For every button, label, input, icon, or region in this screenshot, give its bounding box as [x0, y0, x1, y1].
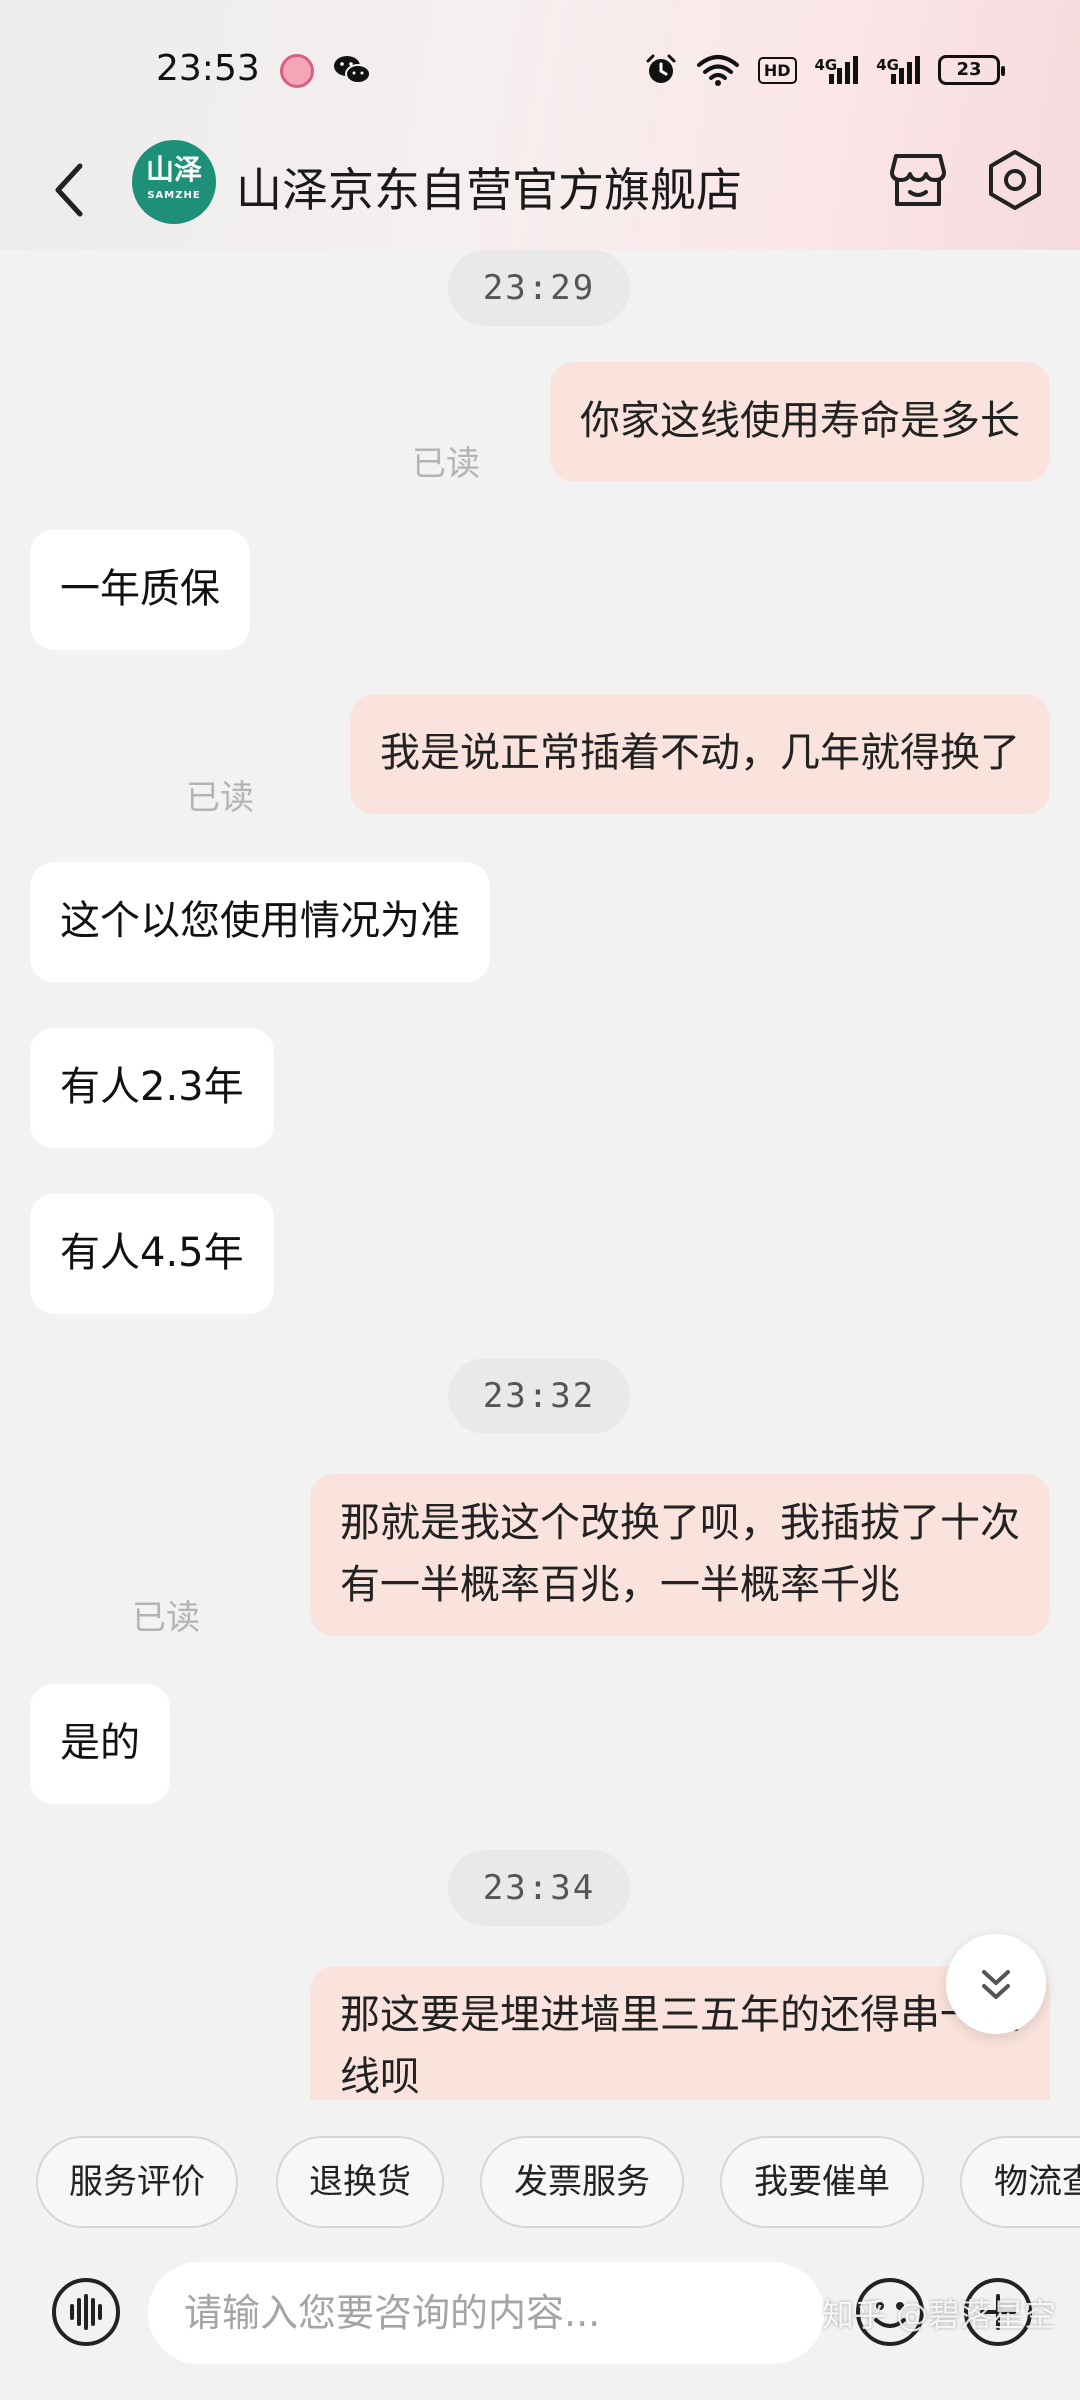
message-input[interactable] [148, 2262, 824, 2364]
battery-icon: 23 [938, 55, 1005, 85]
outgoing-message[interactable]: 你家这线使用寿命是多长 [550, 362, 1050, 482]
alarm-icon [646, 54, 676, 83]
status-bar: 23:53 HD 4G 4G 23 [0, 0, 1080, 140]
incoming-message[interactable]: 有人2.3年 [30, 1028, 274, 1148]
watermark: 知乎 @碧落星空 [822, 2296, 1057, 2334]
incoming-message[interactable]: 有人4.5年 [30, 1194, 274, 1314]
store-logo-subtext: SAMZHE [147, 190, 201, 201]
message-line: 那就是我这个改换了呗，我插拔了十次 [340, 1500, 1020, 1546]
message-line: 那这要是埋进墙里三五年的还得串一趟 [340, 1992, 1020, 2038]
outgoing-message[interactable]: 那这要是埋进墙里三五年的还得串一趟 线呗 [310, 1966, 1050, 2100]
incoming-message[interactable]: 一年质保 [30, 530, 250, 650]
read-receipt: 已读 [132, 1598, 200, 1638]
store-logo-text: 山泽 [145, 153, 202, 186]
wechat-icon [334, 56, 371, 84]
status-icons: HD 4G 4G 23 [644, 50, 1005, 90]
read-receipt: 已读 [412, 444, 480, 484]
incoming-message[interactable]: 是的 [30, 1684, 170, 1804]
status-time: 23:53 [156, 48, 260, 89]
incoming-message[interactable]: 这个以您使用情况为准 [30, 862, 490, 982]
network-type-1: 4G [814, 56, 838, 74]
chat-header: 山泽 SAMZHE 山泽京东自营官方旗舰店 [0, 140, 1080, 260]
timestamp: 23:34 [448, 1850, 630, 1926]
message-line: 线呗 [340, 2054, 420, 2100]
double-chevron-down-icon [982, 1970, 1010, 1999]
store-logo[interactable]: 山泽 SAMZHE [132, 140, 216, 224]
signal-1: 4G [815, 56, 859, 84]
network-type-2: 4G [876, 56, 899, 74]
timestamp: 23:32 [448, 1358, 630, 1434]
quick-reply-logistics[interactable]: 物流查询 [960, 2136, 1080, 2228]
quick-reply-service-review[interactable]: 服务评价 [36, 2136, 238, 2228]
user-avatar-icon [280, 54, 314, 88]
wifi-icon [696, 55, 739, 86]
scroll-to-bottom-button[interactable] [946, 1934, 1046, 2034]
quick-reply-return-exchange[interactable]: 退换货 [276, 2136, 444, 2228]
settings-icon[interactable] [984, 148, 1046, 212]
outgoing-message[interactable]: 我是说正常插着不动，几年就得换了 [350, 694, 1050, 814]
voice-icon[interactable] [50, 2276, 122, 2348]
quick-reply-bar: 服务评价 退换货 发票服务 我要催单 物流查询 [0, 2120, 1080, 2230]
read-receipt: 已读 [186, 778, 254, 818]
outgoing-message[interactable]: 那就是我这个改换了呗，我插拔了十次 有一半概率百兆，一半概率千兆 [310, 1474, 1050, 1636]
store-name[interactable]: 山泽京东自营官方旗舰店 [236, 154, 742, 220]
shop-icon[interactable] [888, 150, 948, 210]
quick-reply-invoice[interactable]: 发票服务 [480, 2136, 684, 2228]
timestamp: 23:29 [448, 250, 630, 326]
hd-badge: HD [757, 56, 797, 84]
signal-2: 4G [876, 56, 920, 84]
quick-reply-urge-order[interactable]: 我要催单 [720, 2136, 924, 2228]
message-line: 有一半概率百兆，一半概率千兆 [340, 1562, 900, 1608]
chat-messages[interactable]: 23:29 你家这线使用寿命是多长 已读 一年质保 我是说正常插着不动，几年就得… [0, 250, 1080, 2100]
back-icon[interactable] [50, 158, 90, 222]
